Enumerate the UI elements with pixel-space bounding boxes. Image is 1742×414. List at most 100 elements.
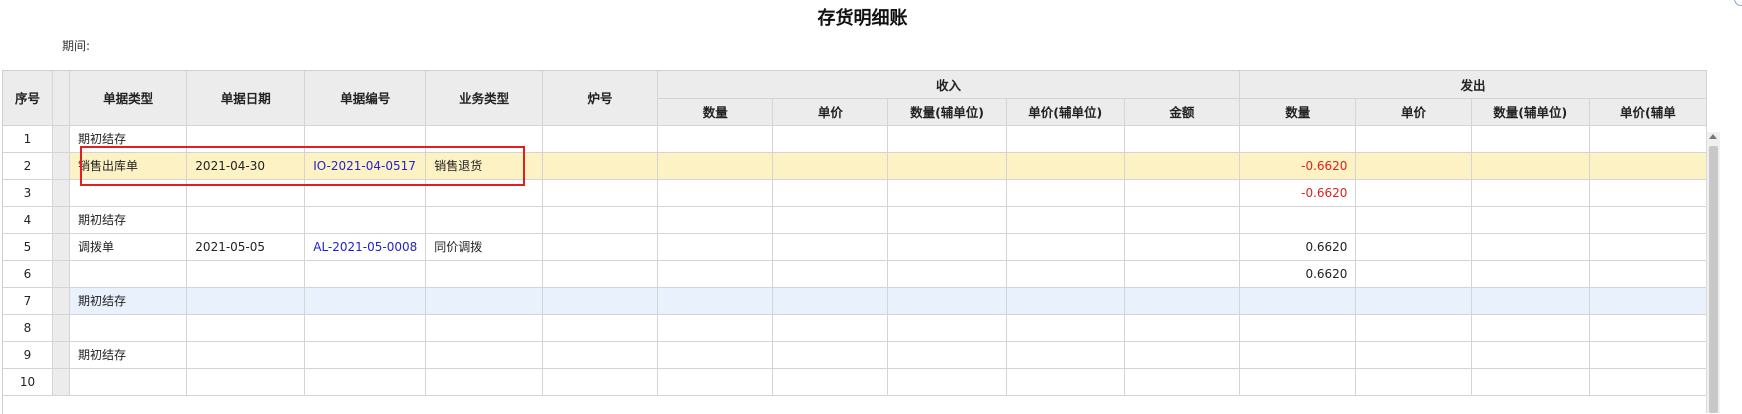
cell-issue-qty bbox=[1239, 314, 1357, 342]
cell-doc-type bbox=[69, 179, 188, 207]
cell-furnace bbox=[542, 287, 659, 315]
cell-issue-aux-qty bbox=[1471, 341, 1590, 369]
cell-furnace bbox=[542, 152, 659, 180]
row-seq: 4 bbox=[3, 206, 53, 234]
cell-receive-aux-qty bbox=[887, 233, 1007, 261]
cell-receive-price bbox=[772, 287, 889, 315]
cell-issue-aux-qty bbox=[1471, 179, 1590, 207]
cell-receive-price bbox=[772, 341, 889, 369]
cell-doc-date bbox=[186, 341, 306, 369]
cell-doc-date bbox=[186, 125, 306, 153]
header-issue-price[interactable]: 单价 bbox=[1355, 98, 1472, 126]
row-gutter bbox=[52, 260, 70, 288]
cell-issue-aux-price bbox=[1589, 260, 1707, 288]
cell-doc-type: 期初结存 bbox=[69, 341, 188, 369]
header-furnace[interactable]: 炉号 bbox=[542, 71, 659, 126]
header-issue-qty[interactable]: 数量 bbox=[1239, 98, 1357, 126]
cell-doc-no[interactable] bbox=[304, 125, 427, 153]
table-row[interactable]: 9 期初结存 bbox=[3, 341, 1707, 369]
cell-receive-aux-qty bbox=[887, 314, 1007, 342]
row-gutter bbox=[52, 368, 70, 396]
cell-receive-aux-price bbox=[1006, 260, 1125, 288]
table-row-hover[interactable]: 7 期初结存 bbox=[3, 287, 1707, 315]
table-row[interactable]: 4 期初结存 bbox=[3, 206, 1707, 234]
header-biz-type[interactable]: 业务类型 bbox=[425, 71, 543, 126]
cell-issue-price bbox=[1355, 368, 1472, 396]
table-row-selected[interactable]: 2 销售出库单 2021-04-30 IO-2021-04-0517 销售退货 … bbox=[3, 152, 1707, 180]
header-receive-qty[interactable]: 数量 bbox=[657, 98, 774, 126]
table-row[interactable]: 6 0.6620 bbox=[3, 260, 1707, 288]
cell-receive-aux-qty bbox=[887, 260, 1007, 288]
cell-receive-price bbox=[772, 206, 889, 234]
cell-doc-no[interactable] bbox=[304, 179, 427, 207]
cell-furnace bbox=[542, 260, 659, 288]
cell-doc-type bbox=[69, 314, 188, 342]
cell-doc-no-link[interactable]: AL-2021-05-0008 bbox=[304, 233, 427, 261]
cell-issue-qty bbox=[1239, 125, 1357, 153]
cell-issue-aux-price bbox=[1589, 314, 1707, 342]
header-receive-price[interactable]: 单价 bbox=[772, 98, 889, 126]
cell-receive-qty bbox=[657, 314, 774, 342]
cell-receive-aux-qty bbox=[887, 206, 1007, 234]
header-receive-aux-qty[interactable]: 数量(辅单位) bbox=[887, 98, 1007, 126]
cell-issue-price bbox=[1355, 179, 1472, 207]
header-receive-group: 收入 bbox=[657, 71, 1240, 99]
cell-doc-date bbox=[186, 314, 306, 342]
cell-biz-type bbox=[425, 341, 543, 369]
cell-issue-aux-qty bbox=[1471, 314, 1590, 342]
header-issue-aux-qty[interactable]: 数量(辅单位) bbox=[1471, 98, 1590, 126]
cell-receive-amount bbox=[1124, 233, 1240, 261]
circle-icon[interactable] bbox=[1734, 0, 1742, 6]
table-row[interactable]: 3 -0.6620 bbox=[3, 179, 1707, 207]
cell-furnace bbox=[542, 314, 659, 342]
header-seq[interactable]: 序号 bbox=[3, 71, 53, 126]
cell-issue-aux-qty bbox=[1471, 206, 1590, 234]
cell-doc-no[interactable] bbox=[304, 341, 427, 369]
header-doc-date[interactable]: 单据日期 bbox=[186, 71, 306, 126]
cell-biz-type bbox=[425, 287, 543, 315]
cell-receive-aux-qty bbox=[887, 341, 1007, 369]
cell-receive-qty bbox=[657, 152, 774, 180]
row-gutter bbox=[52, 125, 70, 153]
cell-issue-price bbox=[1355, 260, 1472, 288]
cell-issue-aux-price bbox=[1589, 341, 1707, 369]
cell-receive-aux-price bbox=[1006, 341, 1125, 369]
row-seq: 3 bbox=[3, 179, 53, 207]
cell-issue-price bbox=[1355, 125, 1472, 153]
scrollbar-thumb[interactable] bbox=[1709, 146, 1718, 413]
cell-doc-type: 销售出库单 bbox=[69, 152, 188, 180]
cell-doc-date: 2021-04-30 bbox=[186, 152, 306, 180]
cell-biz-type bbox=[425, 314, 543, 342]
header-receive-aux-price[interactable]: 单价(辅单位) bbox=[1006, 98, 1125, 126]
row-gutter bbox=[52, 152, 70, 180]
cell-doc-no[interactable] bbox=[304, 206, 427, 234]
cell-doc-no[interactable] bbox=[304, 368, 427, 396]
table-row[interactable]: 5 调拨单 2021-05-05 AL-2021-05-0008 同价调拨 0.… bbox=[3, 233, 1707, 261]
cell-issue-aux-price bbox=[1589, 287, 1707, 315]
header-issue-aux-price[interactable]: 单价(辅单 bbox=[1589, 98, 1707, 126]
cell-doc-no[interactable] bbox=[304, 260, 427, 288]
cell-receive-amount bbox=[1124, 125, 1240, 153]
cell-doc-date: 2021-05-05 bbox=[186, 233, 306, 261]
cell-doc-no[interactable] bbox=[304, 287, 427, 315]
table-row[interactable]: 8 bbox=[3, 314, 1707, 342]
header-doc-type[interactable]: 单据类型 bbox=[69, 71, 188, 126]
row-gutter bbox=[52, 179, 70, 207]
cell-issue-qty: 0.6620 bbox=[1239, 233, 1357, 261]
cell-doc-no[interactable] bbox=[304, 314, 427, 342]
cell-receive-amount bbox=[1124, 314, 1240, 342]
cell-issue-price bbox=[1355, 233, 1472, 261]
cell-receive-aux-price bbox=[1006, 368, 1125, 396]
header-receive-amount[interactable]: 金额 bbox=[1124, 98, 1240, 126]
header-doc-no[interactable]: 单据编号 bbox=[304, 71, 427, 126]
cell-furnace bbox=[542, 341, 659, 369]
row-seq: 8 bbox=[3, 314, 53, 342]
scroll-up-arrow-icon[interactable] bbox=[1709, 134, 1717, 139]
cell-issue-aux-qty bbox=[1471, 152, 1590, 180]
cell-receive-aux-price bbox=[1006, 152, 1125, 180]
cell-doc-no-link[interactable]: IO-2021-04-0517 bbox=[304, 152, 427, 180]
cell-receive-price bbox=[772, 314, 889, 342]
table-row[interactable]: 10 bbox=[3, 368, 1707, 396]
vertical-scrollbar[interactable] bbox=[1706, 132, 1720, 413]
table-row[interactable]: 1 期初结存 bbox=[3, 125, 1707, 153]
